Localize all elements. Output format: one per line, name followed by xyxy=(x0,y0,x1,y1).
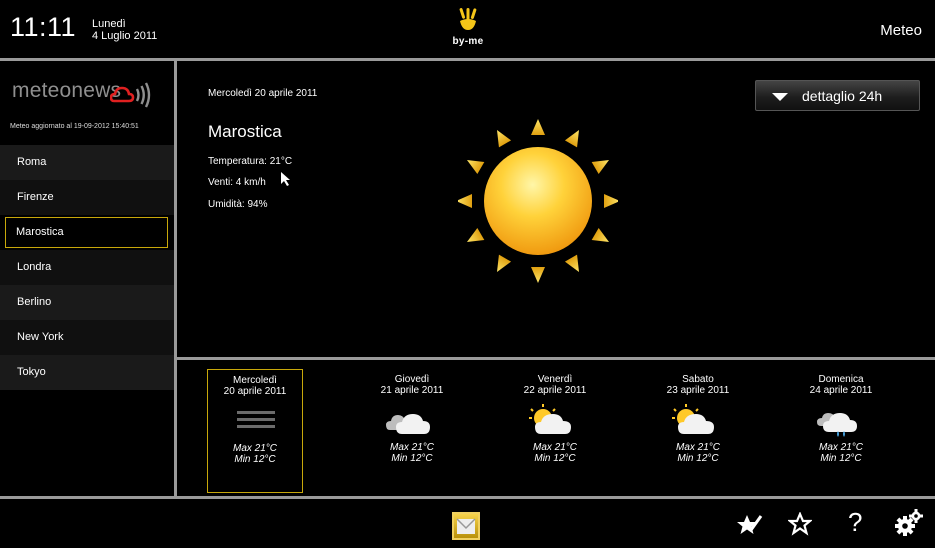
favorite-icon[interactable] xyxy=(788,512,812,536)
forecast-day-date: 22 aprile 2011 xyxy=(523,385,587,396)
header-bar: 11:11 Lunedì 4 Luglio 2011 by-me Meteo xyxy=(0,0,935,58)
forecast-day[interactable]: Sabato 23 aprile 2011 Max 21°C Min 12°C xyxy=(650,369,746,493)
forecast-max: Max 21°C xyxy=(232,443,277,454)
city-item-firenze[interactable]: Firenze xyxy=(0,180,174,215)
city-item-new-york[interactable]: New York xyxy=(0,320,174,355)
city-item-tokyo[interactable]: Tokyo xyxy=(0,355,174,390)
day-name: Lunedì xyxy=(92,18,126,30)
settings-icon[interactable] xyxy=(895,509,923,537)
forecast-min: Min 12°C xyxy=(234,454,276,465)
wind-label: Venti: 4 km/h xyxy=(208,177,266,188)
footer-bar: ? xyxy=(0,499,935,548)
logo-text: by-me xyxy=(452,36,484,47)
city-item-marostica[interactable]: Marostica xyxy=(5,217,168,248)
city-item-londra[interactable]: Londra xyxy=(0,250,174,285)
detail-24h-button[interactable]: dettaglio 24h xyxy=(755,80,920,111)
forecast-min: Min 12°C xyxy=(534,453,576,464)
city-item-roma[interactable]: Roma xyxy=(0,145,174,180)
forecast-day[interactable]: Giovedì 21 aprile 2011 Max 21°C Min 12°C xyxy=(364,369,460,493)
temperature-label: Temperatura: 21°C xyxy=(208,156,293,167)
cloud-signal-logo-icon xyxy=(110,82,151,108)
brand-text: meteonews xyxy=(12,79,122,102)
forecast-min: Min 12°C xyxy=(391,453,433,464)
fog-icon xyxy=(208,397,302,443)
checkmark-icon[interactable] xyxy=(452,512,480,540)
forecast-max: Max 21°C xyxy=(675,442,720,453)
detail-city: Marostica xyxy=(208,122,282,141)
clock: 11:11 xyxy=(10,12,77,42)
forecast-min: Min 12°C xyxy=(820,453,862,464)
wind-direction-icon xyxy=(281,172,290,186)
forecast-day-date: 20 aprile 2011 xyxy=(223,386,287,397)
humidity-label: Umidità: 94% xyxy=(208,199,268,210)
weather-detail-panel: Mercoledì 20 aprile 2011 Marostica Tempe… xyxy=(177,61,935,357)
forecast-day-name: Sabato xyxy=(682,374,714,385)
rain-icon xyxy=(793,396,889,442)
cloudy-icon xyxy=(364,396,460,442)
detail-24h-label: dettaglio 24h xyxy=(802,88,883,104)
app-title: Meteo xyxy=(880,22,922,39)
partly-cloudy-icon xyxy=(650,396,746,442)
forecast-day-name: Giovedì xyxy=(394,374,430,385)
sun-icon xyxy=(458,119,618,283)
help-icon[interactable]: ? xyxy=(848,507,862,538)
forecast-day[interactable]: Domenica 24 aprile 2011 Max 21°C Min 12°… xyxy=(793,369,889,493)
city-item-berlino[interactable]: Berlino xyxy=(0,285,174,320)
forecast-day-name: Domenica xyxy=(818,374,864,385)
forecast-day[interactable]: Mercoledì 20 aprile 2011 Max 21°C Min 12… xyxy=(207,369,303,493)
partly-cloudy-icon xyxy=(507,396,603,442)
forecast-day[interactable]: Venerdì 22 aprile 2011 Max 21°C Min 12°C xyxy=(507,369,603,493)
forecast-day-name: Venerdì xyxy=(537,374,573,385)
byme-logo: by-me xyxy=(450,8,486,50)
sidebar: meteonews Meteo aggiornato al 19-09-2012… xyxy=(0,61,174,496)
update-timestamp: Meteo aggiornato al 19-09-2012 15:40:51 xyxy=(10,123,139,130)
dropdown-arrow-icon xyxy=(772,93,788,101)
forecast-min: Min 12°C xyxy=(677,453,719,464)
city-list: Roma Firenze Marostica Londra Berlino Ne… xyxy=(0,145,174,390)
date-label: 4 Luglio 2011 xyxy=(92,30,158,42)
forecast-day-date: 23 aprile 2011 xyxy=(666,385,730,396)
hand-logo-icon xyxy=(459,8,477,30)
forecast-max: Max 21°C xyxy=(818,442,863,453)
forecast-max: Max 21°C xyxy=(389,442,434,453)
forecast-day-date: 21 aprile 2011 xyxy=(380,385,444,396)
forecast-day-date: 24 aprile 2011 xyxy=(809,385,873,396)
forecast-max: Max 21°C xyxy=(532,442,577,453)
forecast-day-name: Mercoledì xyxy=(233,375,277,386)
favorite-add-icon[interactable] xyxy=(735,512,763,538)
date-display: Lunedì 4 Luglio 2011 xyxy=(92,18,157,42)
detail-date: Mercoledì 20 aprile 2011 xyxy=(208,88,318,99)
meteonews-brand: meteonews xyxy=(12,79,151,109)
forecast-strip: Mercoledì 20 aprile 2011 Max 21°C Min 12… xyxy=(177,360,935,496)
